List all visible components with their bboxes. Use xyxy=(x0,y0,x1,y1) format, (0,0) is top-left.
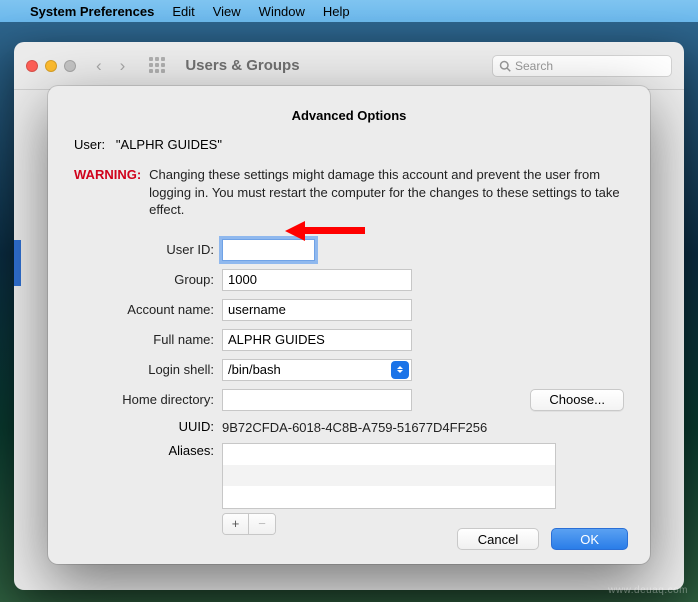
chevron-updown-icon xyxy=(391,361,409,379)
app-menu[interactable]: System Preferences xyxy=(30,4,154,19)
menu-window[interactable]: Window xyxy=(259,4,305,19)
form: User ID: Group: Account name: Full name:… xyxy=(74,239,624,535)
show-all-icon[interactable] xyxy=(149,57,167,75)
forward-button[interactable]: › xyxy=(116,56,130,76)
search-field[interactable]: Search xyxy=(492,55,672,77)
aliases-list[interactable] xyxy=(222,443,556,509)
advanced-options-sheet: Advanced Options User: "ALPHR GUIDES" WA… xyxy=(48,86,650,564)
prefs-toolbar: ‹ › Users & Groups Search xyxy=(14,42,684,90)
cancel-button[interactable]: Cancel xyxy=(457,528,539,550)
login-shell-value: /bin/bash xyxy=(228,362,281,377)
add-alias-button[interactable]: + xyxy=(223,514,249,534)
user-value: "ALPHR GUIDES" xyxy=(116,137,222,152)
choose-button[interactable]: Choose... xyxy=(530,389,624,411)
user-id-label: User ID: xyxy=(74,242,222,257)
group-input[interactable] xyxy=(222,269,412,291)
menu-help[interactable]: Help xyxy=(323,4,350,19)
annotation-arrow-icon xyxy=(285,221,365,239)
menu-view[interactable]: View xyxy=(213,4,241,19)
warning-block: WARNING: Changing these settings might d… xyxy=(74,166,624,219)
uuid-label: UUID: xyxy=(74,419,222,435)
sidebar-selection-indicator xyxy=(14,240,21,286)
aliases-label: Aliases: xyxy=(74,443,222,458)
remove-alias-button[interactable]: − xyxy=(249,514,275,534)
window-title: Users & Groups xyxy=(185,57,299,74)
sheet-title: Advanced Options xyxy=(74,108,624,123)
login-shell-select[interactable]: /bin/bash xyxy=(222,359,412,381)
list-item[interactable] xyxy=(223,486,555,507)
zoom-icon[interactable] xyxy=(64,60,76,72)
minimize-icon[interactable] xyxy=(45,60,57,72)
alias-add-remove: + − xyxy=(222,513,276,535)
user-id-input[interactable] xyxy=(222,239,315,261)
account-name-label: Account name: xyxy=(74,302,222,317)
home-dir-label: Home directory: xyxy=(74,392,222,407)
back-button[interactable]: ‹ xyxy=(92,56,106,76)
uuid-value: 9B72CFDA-6018-4C8B-A759-51677D4FF256 xyxy=(222,419,487,435)
menu-edit[interactable]: Edit xyxy=(172,4,194,19)
window-controls xyxy=(26,60,76,72)
sheet-footer: Cancel OK xyxy=(457,528,628,550)
user-line: User: "ALPHR GUIDES" xyxy=(74,137,624,152)
list-item[interactable] xyxy=(223,444,555,465)
warning-label: WARNING: xyxy=(74,166,141,219)
search-icon xyxy=(499,60,511,72)
home-dir-input[interactable] xyxy=(222,389,412,411)
group-label: Group: xyxy=(74,272,222,287)
login-shell-label: Login shell: xyxy=(74,362,222,377)
close-icon[interactable] xyxy=(26,60,38,72)
macos-menubar: System Preferences Edit View Window Help xyxy=(0,0,698,22)
full-name-label: Full name: xyxy=(74,332,222,347)
watermark: www.deuaq.com xyxy=(608,585,688,596)
user-label: User: xyxy=(74,137,105,152)
full-name-input[interactable] xyxy=(222,329,412,351)
account-name-input[interactable] xyxy=(222,299,412,321)
list-item[interactable] xyxy=(223,465,555,486)
ok-button[interactable]: OK xyxy=(551,528,628,550)
warning-text: Changing these settings might damage thi… xyxy=(149,166,624,219)
search-placeholder: Search xyxy=(515,59,553,73)
